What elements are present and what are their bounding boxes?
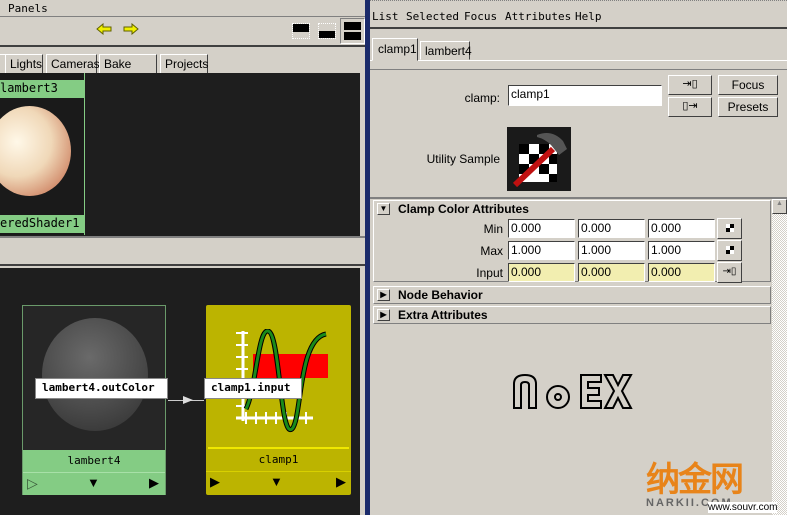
checker-icon [725, 246, 734, 254]
hypershade-graph[interactable]: lambert4 ▷ ▼ ▶ clamp1 ▶ ▼ ▶ lambert4.out… [0, 268, 360, 515]
menu-panels[interactable]: Panels [8, 2, 48, 15]
menu-help[interactable]: Help [575, 10, 602, 23]
input-label: Input [476, 266, 503, 280]
node-type-label: clamp: [464, 91, 500, 105]
play-icon[interactable]: ▶ [336, 474, 346, 490]
play-icon[interactable]: ▶ [210, 474, 220, 490]
collapse-arrow-icon[interactable]: ▼ [377, 203, 390, 215]
chevron-down-icon[interactable]: ▼ [87, 475, 100, 490]
input-r-field[interactable]: 0.000 [508, 263, 575, 282]
tab-bake-sets[interactable]: Bake Sets [99, 54, 157, 85]
presets-button[interactable]: Presets [718, 97, 778, 117]
checker-icon [725, 224, 734, 232]
input-connection-icon: ⇥▯ [682, 78, 698, 90]
node-label: clamp1 [258, 453, 299, 466]
hammer-checker-icon [512, 133, 567, 188]
min-g-input[interactable]: 0.000 [578, 219, 645, 238]
min-label: Min [483, 222, 503, 236]
tab-lights[interactable]: Lights [5, 54, 43, 73]
max-label: Max [480, 244, 503, 258]
input-connection-button[interactable]: ⇥▯ [668, 75, 712, 95]
tab-projects[interactable]: Projects [160, 54, 208, 73]
node-label: lambert4 [23, 450, 165, 472]
layout-top-icon[interactable] [292, 23, 310, 39]
output-connection-button[interactable]: ▯⇥ [668, 97, 712, 117]
scrollbar[interactable]: ▲ [772, 199, 787, 515]
sphere-preview [42, 318, 148, 431]
tab-clamp1[interactable]: clamp1 [372, 38, 418, 61]
max-g-input[interactable]: 1.000 [578, 241, 645, 260]
input-connection-icon: ⇥▯ [722, 266, 737, 277]
section-node-behavior[interactable]: ▶ Node Behavior [373, 286, 771, 304]
swatch-area: lambert3 eredShader1 [0, 73, 360, 236]
menu-list[interactable]: List [372, 10, 399, 23]
connection-source-label: lambert4.outColor [35, 378, 168, 399]
layout-split-icon[interactable] [340, 18, 365, 44]
swatch-lambert3[interactable]: lambert3 eredShader1 [0, 73, 85, 235]
max-map-button[interactable] [717, 240, 742, 261]
swatch-header: lambert3 [0, 80, 85, 98]
chevron-down-icon[interactable]: ▼ [270, 474, 283, 489]
node-clamp1[interactable]: clamp1 ▶ ▼ ▶ [206, 305, 351, 495]
node-lambert4[interactable]: lambert4 ▷ ▼ ▶ [22, 305, 166, 495]
play-outline-icon[interactable]: ▷ [27, 475, 38, 492]
expand-arrow-icon[interactable]: ▶ [377, 289, 390, 301]
node-button-row: ▶ ▼ ▶ [206, 471, 351, 494]
node-name-input[interactable]: clamp1 [508, 85, 662, 106]
tab-lambert4[interactable]: lambert4 [420, 41, 472, 60]
input-g-field[interactable]: 0.000 [578, 263, 645, 282]
sample-label: Utility Sample [426, 152, 500, 166]
arrow-left-icon[interactable] [96, 23, 112, 35]
layout-bottom-icon[interactable] [318, 23, 336, 39]
focus-button[interactable]: Focus [718, 75, 778, 95]
swatch-footer: eredShader1 [0, 215, 85, 233]
input-connection-nav-button[interactable]: ⇥▯ [717, 262, 742, 283]
section-extra-attributes[interactable]: ▶ Extra Attributes [373, 306, 771, 324]
scroll-up-button[interactable]: ▲ [772, 199, 787, 214]
left-panel: Panels Lights Cameras Bake Sets Projects… [0, 0, 365, 515]
connection-arrow-icon [183, 396, 193, 404]
max-b-input[interactable]: 1.000 [648, 241, 715, 260]
tab-cameras[interactable]: Cameras [46, 54, 100, 73]
connection-target-label: clamp1.input [204, 378, 302, 399]
site-watermark: www.souvr.com [708, 502, 778, 513]
max-r-input[interactable]: 1.000 [508, 241, 575, 260]
input-b-field[interactable]: 0.000 [648, 263, 715, 282]
expand-arrow-icon[interactable]: ▶ [377, 309, 390, 321]
menu-focus[interactable]: Focus [464, 10, 497, 23]
menu-selected[interactable]: Selected [406, 10, 459, 23]
brand-watermark: 纳金网 [646, 461, 744, 499]
min-r-input[interactable]: 0.000 [508, 219, 575, 238]
noex-watermark-logo [513, 373, 633, 409]
min-map-button[interactable] [717, 218, 742, 239]
utility-sample-image [507, 127, 571, 191]
output-connection-icon: ▯⇥ [682, 100, 698, 112]
play-icon[interactable]: ▶ [149, 475, 159, 491]
min-b-input[interactable]: 0.000 [648, 219, 715, 238]
node-button-row: ▷ ▼ ▶ [23, 472, 165, 495]
menu-attributes[interactable]: Attributes [505, 10, 571, 23]
arrow-right-icon[interactable] [123, 23, 139, 35]
sphere-preview [0, 106, 71, 196]
